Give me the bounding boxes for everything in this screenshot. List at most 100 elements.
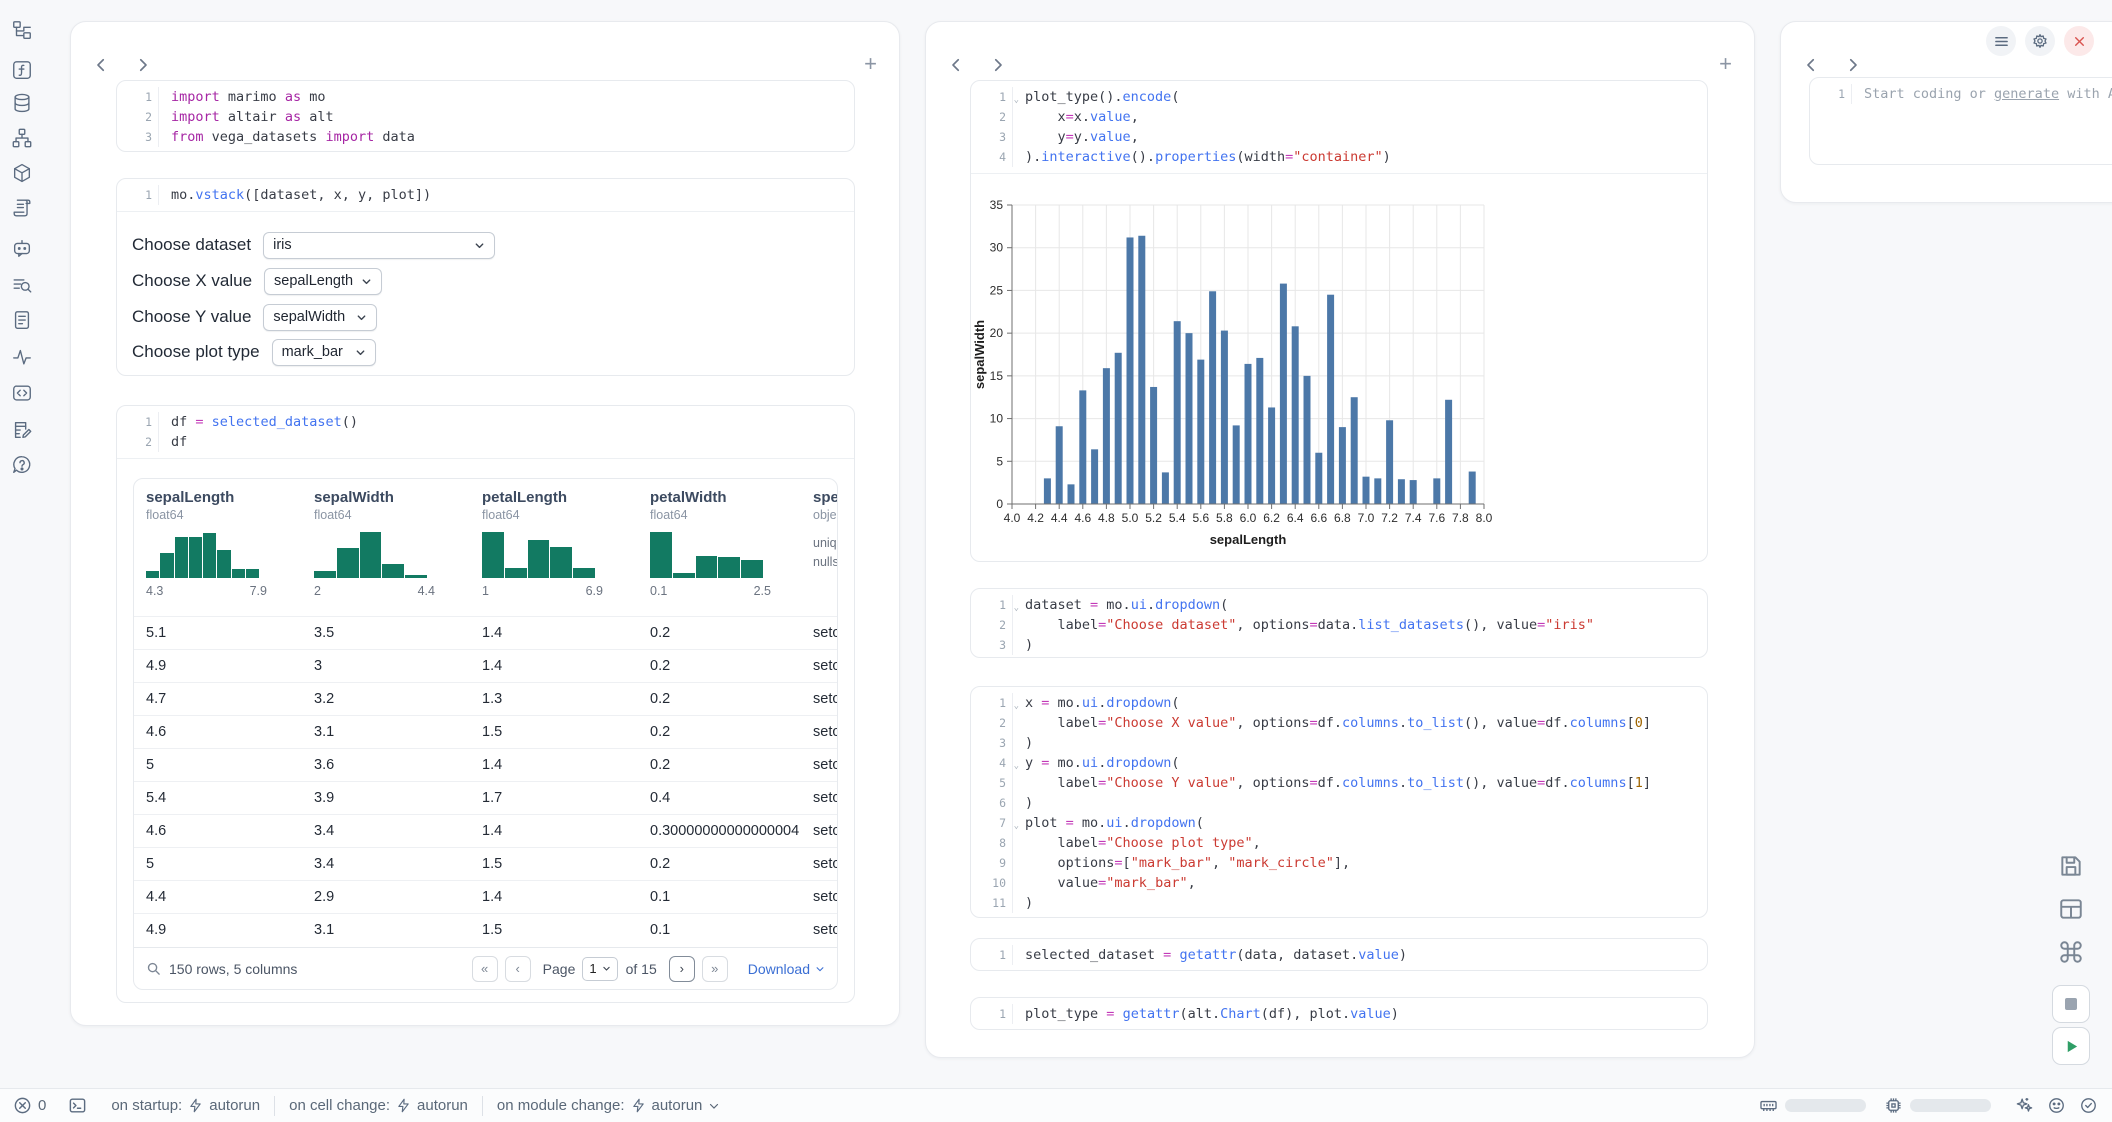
column2-add-cell-button[interactable]: + [1719, 54, 1732, 74]
app-layout-icon[interactable] [2058, 896, 2084, 922]
autorun-setting-0[interactable]: on startup:autorun [111, 1097, 260, 1114]
code-cell-c2_selected[interactable]: 1selected_dataset = getattr(data, datase… [970, 938, 1708, 971]
column-histogram[interactable] [146, 532, 259, 578]
svg-text:8.0: 8.0 [1476, 511, 1493, 525]
column-name[interactable]: petalLength [482, 489, 642, 506]
settings-button[interactable] [2025, 26, 2055, 56]
table-row[interactable]: 5.43.91.70.4setosa [134, 781, 837, 814]
save-icon[interactable] [2058, 853, 2084, 879]
sidebar-item-datasources[interactable] [11, 92, 33, 114]
dropdown-choose-x-value[interactable]: sepalLength [264, 268, 382, 295]
terminal-icon[interactable] [68, 1096, 87, 1115]
cpu-icon [1884, 1096, 1903, 1115]
empty-cell[interactable]: 1 Start coding or generate with AI [1809, 77, 2112, 165]
code-editor[interactable]: 1⌄plot_type().encode(2 x=x.value,3 y=y.v… [971, 81, 1707, 173]
table-cell: 3.2 [314, 691, 482, 707]
sidebar-item-search[interactable] [11, 274, 33, 296]
sidebar-item-functions[interactable] [11, 59, 33, 81]
kernel-icon[interactable] [2047, 1096, 2066, 1115]
collapse-chevron-icon[interactable]: ⌄ [1014, 90, 1019, 110]
sidebar-item-documentation[interactable] [11, 309, 33, 331]
code-editor[interactable]: 1⌄dataset = mo.ui.dropdown(2 label="Choo… [971, 589, 1707, 658]
column-name[interactable]: species [813, 489, 838, 506]
table-row[interactable]: 53.41.50.2setosa [134, 847, 837, 880]
generate-with-ai-link[interactable]: generate [1994, 86, 2059, 102]
next-page-button[interactable]: › [669, 956, 695, 982]
dropdown-choose-y-value[interactable]: sepalWidth [263, 304, 377, 331]
column1-next-icon[interactable] [134, 56, 152, 74]
download-button[interactable]: Download [748, 961, 825, 977]
table-row[interactable]: 4.63.11.50.2setosa [134, 715, 837, 748]
prev-page-button[interactable]: ‹ [505, 956, 531, 982]
code-editor[interactable]: 1plot_type = getattr(alt.Chart(df), plot… [971, 998, 1707, 1030]
column1-prev-icon[interactable] [92, 56, 110, 74]
interrupt-button[interactable] [2052, 985, 2090, 1023]
sidebar-item-snippets[interactable] [11, 382, 33, 404]
table-row[interactable]: 53.61.40.2setosa [134, 748, 837, 781]
column1-add-cell-button[interactable]: + [864, 54, 877, 74]
sidebar-item-file-tree[interactable] [11, 19, 33, 41]
sidebar-item-chat[interactable] [11, 237, 33, 259]
column3-next-icon[interactable] [1844, 56, 1862, 74]
table-row[interactable]: 4.73.21.30.2setosa [134, 682, 837, 715]
code-editor[interactable]: 1⌄x = mo.ui.dropdown(2 label="Choose X v… [971, 687, 1707, 918]
errors-icon[interactable] [13, 1096, 32, 1115]
connection-status-icon[interactable] [2079, 1096, 2098, 1115]
dropdown-choose-plot-type[interactable]: mark_bar [272, 339, 376, 366]
bar [1292, 326, 1299, 504]
dropdown-choose-dataset[interactable]: iris [263, 232, 495, 259]
code-editor[interactable]: 1import marimo as mo2import altair as al… [117, 81, 854, 152]
autorun-setting-2[interactable]: on module change:autorun [497, 1097, 720, 1114]
code-cell-c1_imports[interactable]: 1import marimo as mo2import altair as al… [116, 80, 855, 152]
column-histogram[interactable] [314, 532, 427, 578]
svg-text:4.4: 4.4 [1051, 511, 1068, 525]
sidebar-item-scratchpad[interactable] [11, 419, 33, 441]
column2-prev-icon[interactable] [947, 56, 965, 74]
table-row[interactable]: 4.93.11.50.1setosa [134, 913, 837, 946]
first-page-button[interactable]: « [472, 956, 498, 982]
sidebar-item-help[interactable] [11, 454, 33, 476]
search-icon[interactable] [146, 961, 161, 976]
autorun-setting-1[interactable]: on cell change:autorun [289, 1097, 468, 1114]
column-name[interactable]: petalWidth [650, 489, 805, 506]
sidebar-item-tracing[interactable] [11, 346, 33, 368]
code-cell-c2_plottype[interactable]: 1plot_type = getattr(alt.Chart(df), plot… [970, 997, 1708, 1030]
code-cell-c2_dataset[interactable]: 1⌄dataset = mo.ui.dropdown(2 label="Choo… [970, 588, 1708, 658]
ai-sparkles-icon[interactable] [2015, 1096, 2034, 1115]
cell-placeholder[interactable]: Start coding or generate with AI [1852, 84, 2112, 104]
code-editor[interactable]: 1selected_dataset = getattr(data, datase… [971, 939, 1707, 971]
menu-button[interactable] [1986, 26, 2016, 56]
sidebar-item-logs[interactable] [11, 197, 33, 219]
page-select[interactable]: 1 [582, 957, 617, 981]
keyboard-shortcuts-icon[interactable] [2058, 939, 2084, 965]
sidebar-item-dependency-graph[interactable] [11, 127, 33, 149]
sidebar-item-packages[interactable] [11, 162, 33, 184]
collapse-chevron-icon[interactable]: ⌄ [1014, 756, 1019, 776]
column-name[interactable]: sepalLength [146, 489, 306, 506]
code-line: 5 label="Choose Y value", options=df.col… [971, 773, 1707, 793]
error-count: 0 [38, 1097, 46, 1114]
svg-text:10: 10 [990, 412, 1004, 426]
table-cell: 1.4 [482, 625, 650, 641]
column-histogram[interactable] [650, 532, 763, 578]
last-page-button[interactable]: » [702, 956, 728, 982]
run-button[interactable] [2052, 1027, 2090, 1065]
column3-prev-icon[interactable] [1802, 56, 1820, 74]
table-row[interactable]: 4.63.41.40.30000000000000004setosa [134, 814, 837, 847]
code-cell-c2_xyplot[interactable]: 1⌄x = mo.ui.dropdown(2 label="Choose X v… [970, 686, 1708, 918]
collapse-chevron-icon[interactable]: ⌄ [1014, 816, 1019, 836]
close-button[interactable] [2064, 26, 2094, 56]
column-name[interactable]: sepalWidth [314, 489, 474, 506]
collapse-chevron-icon[interactable]: ⌄ [1014, 598, 1019, 618]
code-editor[interactable]: 1df = selected_dataset()2df [117, 406, 854, 458]
collapse-chevron-icon[interactable]: ⌄ [1014, 696, 1019, 716]
hist-min: 1 [482, 584, 489, 598]
column2-next-icon[interactable] [989, 56, 1007, 74]
column-histogram[interactable] [482, 532, 595, 578]
table-row[interactable]: 5.13.51.40.2setosa [134, 616, 837, 649]
table-row[interactable]: 4.931.40.2setosa [134, 649, 837, 682]
code-editor[interactable]: 1mo.vstack([dataset, x, y, plot]) [117, 179, 854, 211]
table-row[interactable]: 4.42.91.40.1setosa [134, 880, 837, 913]
altair-bar-chart[interactable]: 4.04.24.44.64.85.05.25.45.65.86.06.26.46… [970, 174, 1708, 562]
code-text: import marimo as mo [159, 87, 325, 107]
